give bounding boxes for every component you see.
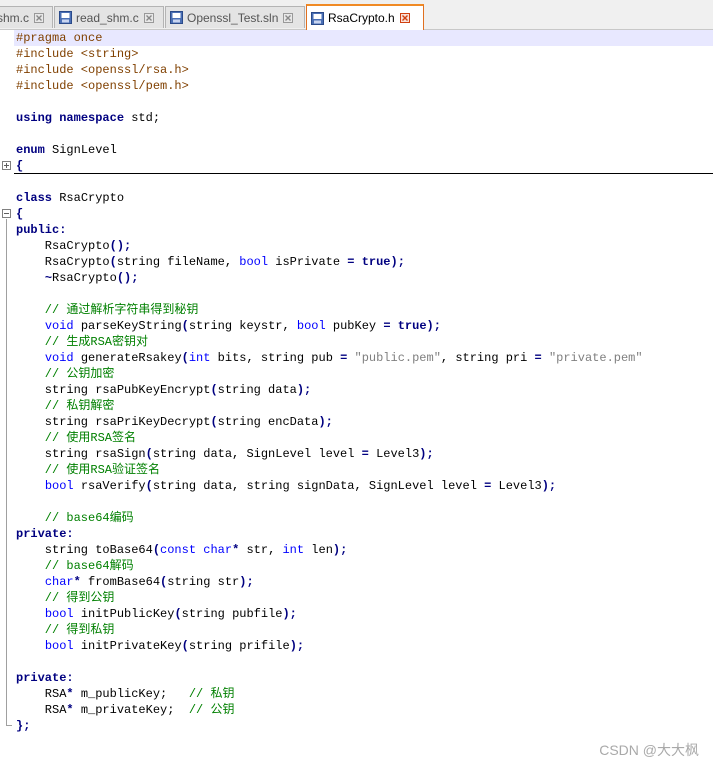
code-line: string rsaPriKeyDecrypt(string encData); xyxy=(16,415,333,429)
code-line: bool initPrivateKey(string prifile); xyxy=(44,639,305,653)
tab-label: shm.c xyxy=(0,10,30,25)
code-line: void parseKeyString(string keystr, bool … xyxy=(44,319,441,333)
code-editor[interactable]: #pragma once #include <string> #include … xyxy=(0,30,713,768)
code-line: char* fromBase64(string str); xyxy=(44,575,254,589)
tab-openssl-test-sln[interactable]: Openssl_Test.sln xyxy=(165,6,305,28)
code-line: #pragma once xyxy=(16,31,103,45)
close-icon[interactable] xyxy=(34,12,45,23)
code-line: bool initPublicKey(string pubfile); xyxy=(44,607,297,621)
tab-label: Openssl_Test.sln xyxy=(187,10,279,25)
close-icon[interactable] xyxy=(143,12,154,23)
code-line: }; xyxy=(16,719,31,733)
code-line: // 得到公钥 xyxy=(16,591,115,605)
tab-shm-c[interactable]: shm.c xyxy=(0,6,53,28)
c-file-icon xyxy=(59,11,72,24)
header-file-icon xyxy=(311,11,324,25)
code-line: RsaCrypto(); xyxy=(16,239,132,253)
sln-file-icon xyxy=(170,11,183,24)
code-line: string rsaSign(string data, SignLevel le… xyxy=(16,447,434,461)
code-line: private: xyxy=(16,671,74,685)
close-icon[interactable] xyxy=(283,12,294,23)
code-line: RSA* m_privateKey; // 公钥 xyxy=(16,703,235,717)
code-line: string rsaPubKeyEncrypt(string data); xyxy=(16,383,312,397)
code-line: { xyxy=(16,159,24,173)
code-line: #include <openssl/rsa.h> xyxy=(16,63,189,77)
tab-rsacrypto-h[interactable]: RsaCrypto.h xyxy=(306,4,424,30)
code-line: #include <openssl/pem.h> xyxy=(16,79,189,93)
code-line: RSA* m_publicKey; // 私钥 xyxy=(16,687,235,701)
code-line: void generateRsakey(int bits, string pub… xyxy=(44,351,643,365)
code-line: // base64编码 xyxy=(16,511,134,525)
tab-label: RsaCrypto.h xyxy=(328,11,395,25)
code-line: string toBase64(const char* str, int len… xyxy=(16,543,348,557)
tab-read-shm-c[interactable]: read_shm.c xyxy=(54,6,164,28)
fold-expand-icon[interactable] xyxy=(2,161,11,170)
code-line: class RsaCrypto xyxy=(16,191,125,205)
code-line: // 使用RSA验证签名 xyxy=(16,463,161,477)
code-line: using namespace std; xyxy=(16,111,161,125)
fold-margin xyxy=(0,30,14,768)
code-line: bool rsaVerify(string data, string signD… xyxy=(44,479,557,493)
tab-bar: shm.c read_shm.c Openssl_Test.sln RsaCry… xyxy=(0,0,713,30)
code-line: private: xyxy=(16,527,74,541)
code-line: #include <string> xyxy=(16,47,139,61)
fold-guide-line xyxy=(6,219,7,725)
code-line: // 私钥解密 xyxy=(16,399,115,413)
code-line: { xyxy=(16,207,24,221)
fold-separator-line xyxy=(14,173,713,174)
code-line: public: xyxy=(16,223,67,237)
code-line: // 通过解析字符串得到秘钥 xyxy=(16,303,199,317)
code-line: // 公钥加密 xyxy=(16,367,115,381)
code-line: // 使用RSA签名 xyxy=(16,431,137,445)
code-line: // 生成RSA密钥对 xyxy=(16,335,149,349)
code-line: // 得到私钥 xyxy=(16,623,115,637)
code-line: // base64解码 xyxy=(16,559,134,573)
close-icon[interactable] xyxy=(399,13,410,23)
code-line: ~RsaCrypto(); xyxy=(44,271,139,285)
fold-collapse-icon[interactable] xyxy=(2,209,11,218)
current-line-highlight xyxy=(14,30,713,46)
tab-label: read_shm.c xyxy=(76,10,139,25)
fold-end-marker xyxy=(6,725,12,726)
code-line: enum SignLevel xyxy=(16,143,117,157)
watermark: CSDN @大大枫 xyxy=(599,742,699,758)
code-line: RsaCrypto(string fileName, bool isPrivat… xyxy=(16,255,405,269)
